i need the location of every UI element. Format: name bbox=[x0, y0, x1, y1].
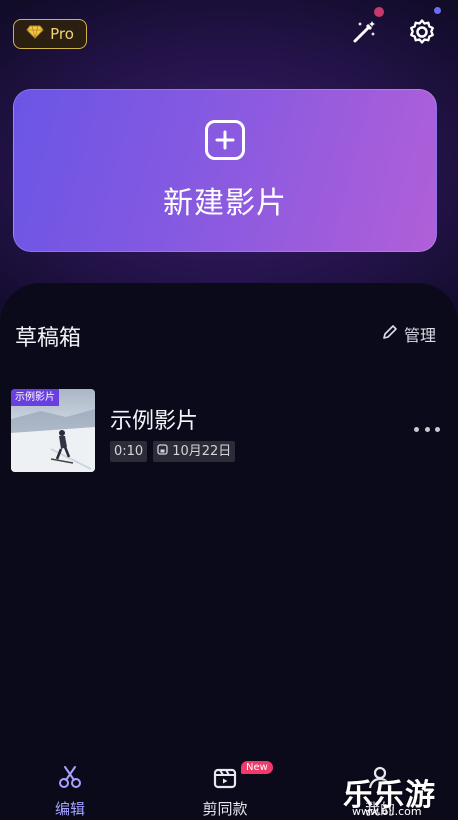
sample-tag: 示例影片 bbox=[11, 389, 59, 406]
draft-date: 10月22日 bbox=[172, 444, 232, 459]
drafts-panel bbox=[0, 283, 458, 820]
more-options-button[interactable] bbox=[414, 422, 440, 436]
notification-dot bbox=[434, 7, 441, 14]
draft-meta: 0:10 10月22日 bbox=[110, 441, 236, 462]
nav-edit[interactable]: 编辑 bbox=[25, 764, 115, 819]
gear-icon bbox=[408, 18, 436, 50]
new-badge: New bbox=[241, 761, 273, 774]
pro-badge[interactable]: Pro bbox=[13, 19, 87, 49]
more-dot bbox=[435, 426, 440, 432]
draft-thumbnail: 示例影片 bbox=[11, 389, 95, 472]
save-icon bbox=[157, 441, 168, 462]
pro-label: Pro bbox=[50, 25, 74, 43]
more-dot bbox=[414, 426, 419, 432]
magic-wand-icon bbox=[351, 19, 377, 49]
template-icon bbox=[212, 764, 238, 794]
drafts-title: 草稿箱 bbox=[15, 326, 82, 351]
scissors-icon bbox=[57, 764, 83, 794]
more-dot bbox=[424, 426, 430, 432]
draft-item[interactable]: 示例影片 示例影片 0:10 10月22日 bbox=[11, 389, 448, 473]
new-project-button[interactable]: 新建影片 bbox=[13, 89, 437, 252]
draft-name: 示例影片 bbox=[110, 409, 199, 434]
notification-dot bbox=[374, 7, 384, 17]
nav-edit-label: 编辑 bbox=[54, 800, 85, 818]
pencil-icon bbox=[381, 324, 398, 345]
manage-button[interactable]: 管理 bbox=[381, 322, 436, 346]
plus-square-icon bbox=[205, 119, 245, 160]
duration: 0:10 bbox=[114, 444, 144, 459]
duration-chip: 0:10 bbox=[110, 441, 148, 462]
watermark-url: www.6ll.com bbox=[352, 805, 422, 818]
settings-button[interactable] bbox=[405, 17, 439, 51]
new-project-label: 新建影片 bbox=[163, 185, 287, 221]
date-chip: 10月22日 bbox=[153, 441, 236, 462]
magic-wand-button[interactable] bbox=[348, 18, 380, 50]
manage-label: 管理 bbox=[404, 326, 437, 345]
diamond-icon bbox=[26, 25, 44, 43]
nav-template-label: 剪同款 bbox=[202, 800, 248, 818]
